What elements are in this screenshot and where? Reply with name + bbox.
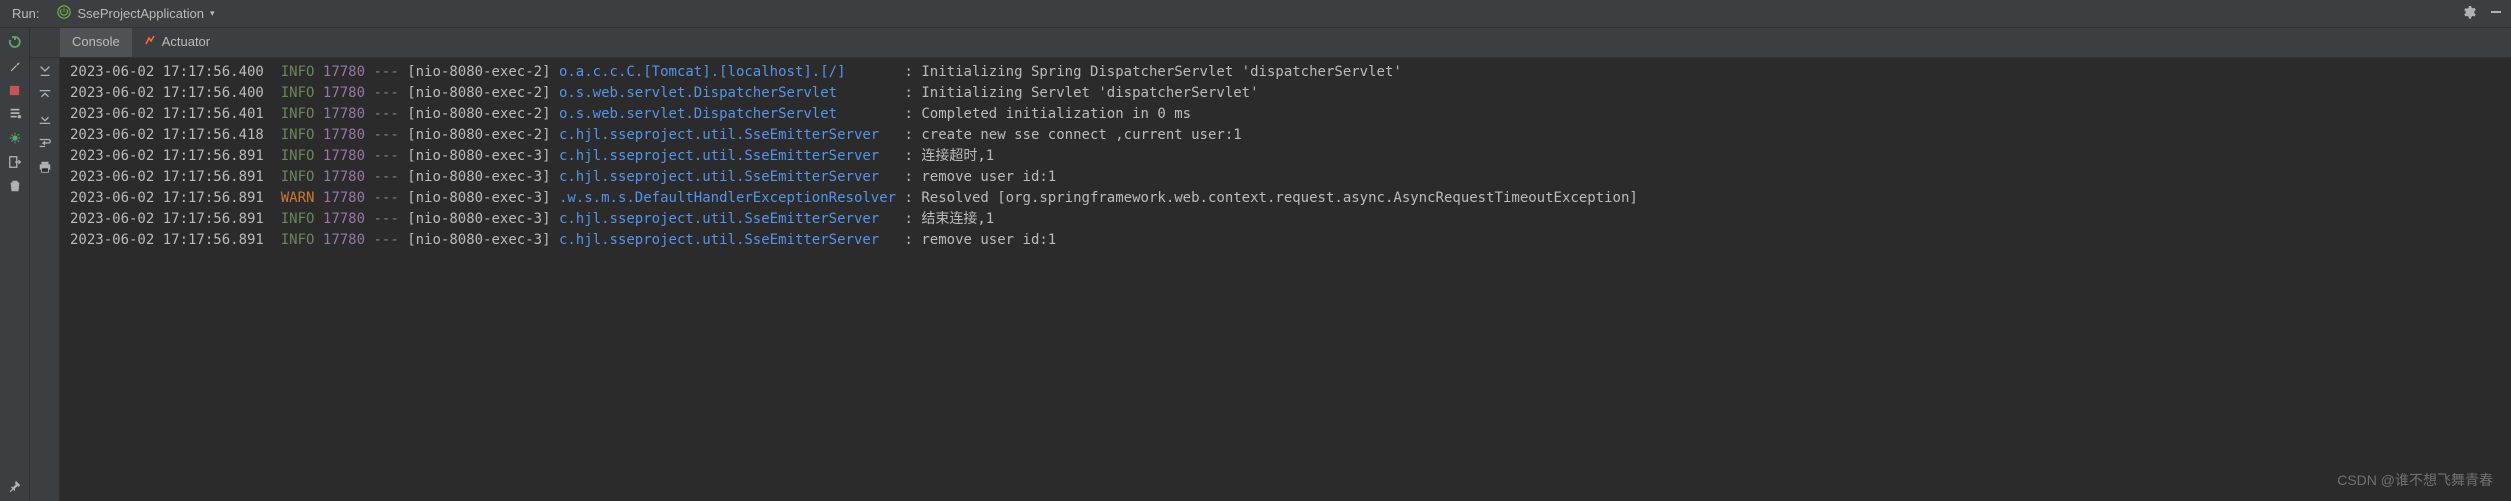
attach-debugger-icon[interactable] bbox=[8, 131, 22, 145]
up-stack-icon[interactable] bbox=[38, 88, 52, 102]
scroll-to-end-icon[interactable] bbox=[38, 64, 52, 78]
pin-icon[interactable] bbox=[8, 479, 22, 493]
log-line: 2023-06-02 17:17:56.891 INFO 17780 --- [… bbox=[70, 230, 2511, 251]
tab-actuator-label: Actuator bbox=[162, 34, 210, 49]
soft-wrap-icon[interactable] bbox=[38, 136, 52, 150]
log-line: 2023-06-02 17:17:56.418 INFO 17780 --- [… bbox=[70, 125, 2511, 146]
rerun-icon[interactable] bbox=[7, 34, 23, 50]
tab-console-label: Console bbox=[72, 34, 120, 49]
down-stack-icon[interactable] bbox=[38, 112, 52, 126]
tab-console[interactable]: Console bbox=[60, 28, 132, 57]
hide-icon[interactable] bbox=[2489, 5, 2503, 22]
run-label: Run: bbox=[0, 6, 49, 21]
stop-icon[interactable] bbox=[8, 84, 21, 97]
delete-icon[interactable] bbox=[8, 179, 22, 193]
exit-icon[interactable] bbox=[8, 155, 22, 169]
run-configuration[interactable]: SseProjectApplication ▾ bbox=[49, 5, 222, 22]
log-line: 2023-06-02 17:17:56.400 INFO 17780 --- [… bbox=[70, 83, 2511, 104]
dump-threads-icon[interactable] bbox=[8, 107, 22, 121]
tab-actuator[interactable]: Actuator bbox=[132, 28, 222, 57]
watermark: CSDN @谁不想飞舞青春 bbox=[2337, 470, 2493, 491]
run-toolwindow-header: Run: SseProjectApplication ▾ bbox=[0, 0, 2511, 28]
wrench-icon[interactable] bbox=[8, 60, 22, 74]
console-tabs: Console Actuator bbox=[30, 28, 2511, 58]
log-line: 2023-06-02 17:17:56.891 INFO 17780 --- [… bbox=[70, 167, 2511, 188]
console-output[interactable]: 2023-06-02 17:17:56.400 INFO 17780 --- [… bbox=[60, 58, 2511, 501]
log-line: 2023-06-02 17:17:56.891 INFO 17780 --- [… bbox=[70, 146, 2511, 167]
print-icon[interactable] bbox=[38, 160, 52, 174]
left-action-toolbar bbox=[0, 28, 30, 501]
log-line: 2023-06-02 17:17:56.891 INFO 17780 --- [… bbox=[70, 209, 2511, 230]
actuator-icon bbox=[144, 34, 156, 49]
spring-boot-icon bbox=[57, 5, 71, 22]
log-line: 2023-06-02 17:17:56.891 WARN 17780 --- [… bbox=[70, 188, 2511, 209]
dropdown-icon: ▾ bbox=[210, 8, 215, 19]
gear-icon[interactable] bbox=[2461, 4, 2477, 23]
run-config-name: SseProjectApplication bbox=[77, 6, 203, 21]
log-line: 2023-06-02 17:17:56.400 INFO 17780 --- [… bbox=[70, 62, 2511, 83]
console-action-toolbar bbox=[30, 58, 60, 501]
log-line: 2023-06-02 17:17:56.401 INFO 17780 --- [… bbox=[70, 104, 2511, 125]
